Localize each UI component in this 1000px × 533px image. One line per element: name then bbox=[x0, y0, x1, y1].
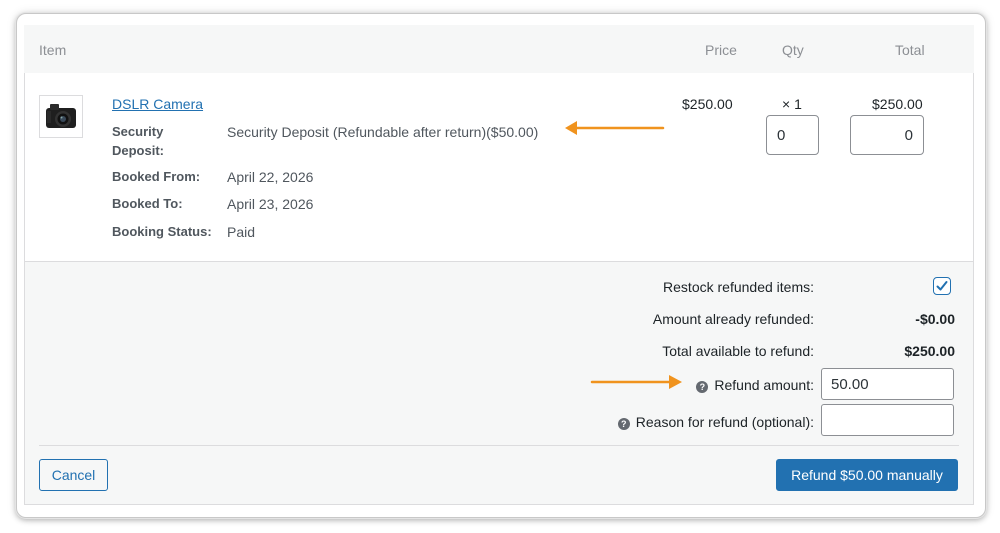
items-table-header: Item Price Qty Total bbox=[24, 25, 974, 73]
available-to-refund-value: $250.00 bbox=[904, 343, 955, 359]
refund-line-total-input[interactable] bbox=[850, 115, 924, 155]
refund-qty-input[interactable] bbox=[766, 115, 819, 155]
refund-reason-input[interactable] bbox=[821, 404, 954, 436]
column-header-price: Price bbox=[705, 42, 737, 58]
refund-amount-label-text: Refund amount: bbox=[714, 377, 814, 393]
meta-label-booked-to: Booked To: bbox=[112, 196, 183, 211]
already-refunded-value: -$0.00 bbox=[915, 311, 955, 327]
product-thumbnail[interactable] bbox=[39, 95, 83, 138]
item-qty: × 1 bbox=[782, 96, 802, 112]
meta-value-booked-from: April 22, 2026 bbox=[227, 169, 314, 185]
cancel-button[interactable]: Cancel bbox=[39, 459, 108, 491]
meta-value-booking-status: Paid bbox=[227, 224, 256, 240]
refund-amount-input[interactable] bbox=[821, 368, 954, 400]
already-refunded-label: Amount already refunded: bbox=[652, 311, 814, 327]
help-icon[interactable]: ? bbox=[617, 418, 630, 430]
annotation-arrow-refund bbox=[590, 375, 682, 389]
meta-label-booking-status: Booking Status: bbox=[112, 224, 212, 239]
annotation-arrow-deposit bbox=[565, 121, 665, 135]
refund-reason-label-text: Reason for refund (optional): bbox=[635, 414, 814, 430]
refund-reason-label: ? Reason for refund (optional): bbox=[617, 414, 814, 430]
help-icon[interactable]: ? bbox=[696, 381, 709, 393]
column-header-total: Total bbox=[895, 42, 925, 58]
refund-manually-button[interactable]: Refund $50.00 manually bbox=[776, 459, 958, 491]
meta-label-booked-from: Booked From: bbox=[112, 169, 201, 184]
restock-label: Restock refunded items: bbox=[663, 279, 814, 295]
meta-value-booked-to: April 23, 2026 bbox=[227, 196, 314, 212]
restock-checkbox[interactable] bbox=[933, 277, 951, 295]
column-header-qty: Qty bbox=[782, 42, 804, 58]
item-price: $250.00 bbox=[682, 96, 733, 112]
meta-label-security-deposit: Security Deposit: bbox=[112, 124, 164, 158]
divider bbox=[39, 445, 959, 446]
refund-amount-label: ? Refund amount: bbox=[696, 377, 814, 393]
available-to-refund-label: Total available to refund: bbox=[662, 343, 814, 359]
checkmark-icon bbox=[936, 281, 948, 291]
meta-value-security-deposit: Security Deposit (Refundable after retur… bbox=[227, 124, 539, 140]
product-link[interactable]: DSLR Camera bbox=[112, 96, 203, 112]
column-header-item: Item bbox=[39, 42, 67, 58]
camera-icon bbox=[46, 104, 76, 128]
item-total: $250.00 bbox=[872, 96, 923, 112]
